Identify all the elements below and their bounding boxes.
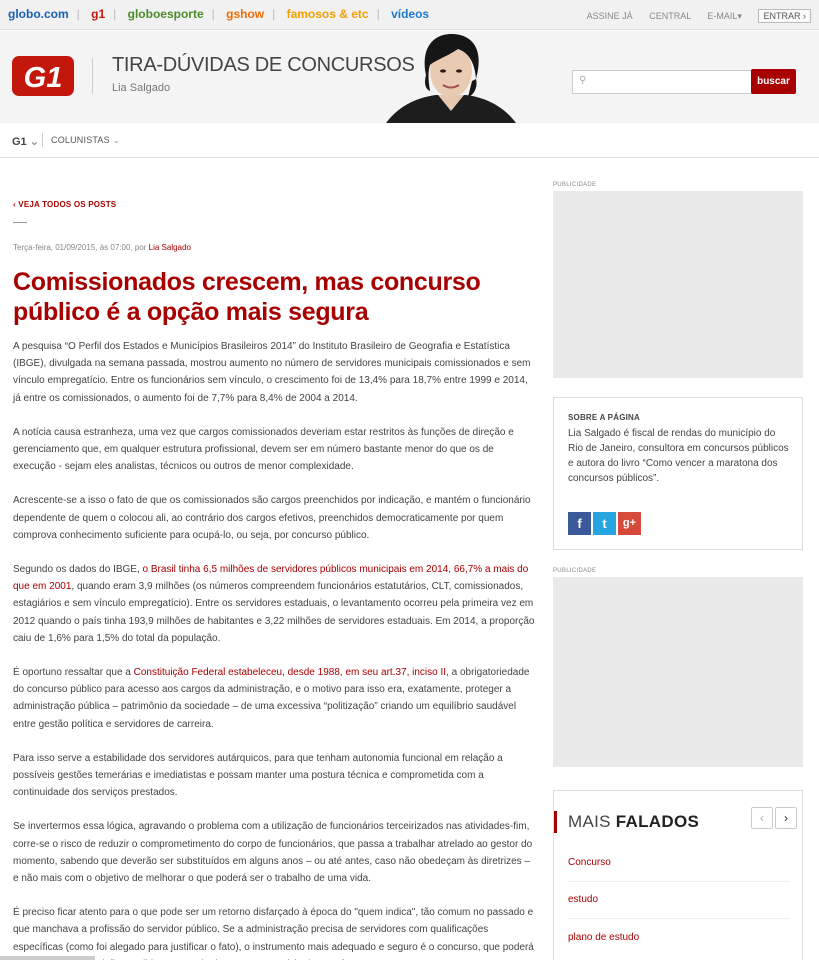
next-button[interactable]: › [775,807,797,829]
article-paragraph: É preciso ficar atento para o que pode s… [13,907,534,960]
nav-colunistas-menu[interactable]: COLUNISTAS ⌄ [51,135,120,146]
section-nav: G1 ⌄ COLUNISTAS ⌄ [0,123,819,158]
g1-logo[interactable]: G1 [12,56,74,96]
chevron-down-icon: ⌄ [112,135,121,145]
paragraph-text: É oportuno ressaltar que a [13,667,134,679]
article-paragraph: É oportuno ressaltar que a Constituição … [13,664,538,733]
link-central[interactable]: CENTRAL [649,11,691,21]
separator: | [211,7,215,21]
ad-slot-top[interactable] [553,191,803,378]
post-meta: Terça-feira, 01/09/2015, às 07:00, por L… [13,243,191,252]
article-paragraph: Acrescente-se a isso o fato de que os co… [13,495,531,541]
nav-g1-menu[interactable]: G1 ⌄ [12,135,39,148]
entrar-button[interactable]: ENTRAR › [758,9,811,23]
blog-author: Lia Salgado [112,82,171,94]
divider [568,881,790,882]
separator: | [272,7,276,21]
paragraph-text: , quando eram 3,9 milhões (os números co… [13,581,535,644]
post-date: Terça-feira, 01/09/2015, às 07:00, por [13,243,149,252]
article-paragraph: Se invertermos essa lógica, agravando o … [13,821,533,885]
link-g1[interactable]: g1 [91,7,105,21]
ad-slot-middle[interactable] [553,577,803,767]
mais-falados-item[interactable]: plano de estudo [568,932,639,943]
constituicao-link[interactable]: Constituição Federal estabeleceu, desde … [134,667,446,678]
chevron-right-icon: › [784,811,788,825]
horizontal-scrollbar[interactable] [0,956,95,960]
blog-title[interactable]: TIRA-DÚVIDAS DE CONCURSOS [112,54,415,77]
search-button[interactable]: buscar [751,69,796,94]
article-paragraph: A notícia causa estranheza, uma vez que … [13,426,514,473]
author-portrait [376,31,526,123]
divider [13,222,27,223]
about-text: Lia Salgado é fiscal de rendas do municí… [568,428,789,484]
article-paragraph: A pesquisa “O Perfil dos Estados e Munic… [13,341,531,404]
article-paragraph: Segundo os dados do IBGE, o Brasil tinha… [13,561,538,647]
post-headline: Comissionados crescem, mas concurso públ… [13,268,481,326]
entrar-label: ENTRAR [763,11,801,21]
about-title: SOBRE A PÁGINA [568,413,640,422]
nav-divider [42,133,43,147]
google-plus-icon[interactable]: g+ [618,512,641,535]
account-links: ASSINE JÁ CENTRAL E-MAIL▾ ENTRAR › [573,9,811,23]
chevron-down-icon: ⌄ [29,136,39,148]
nav-g1-label: G1 [12,136,27,148]
chevron-right-icon: › [803,11,806,21]
globo-top-bar: globo.com | g1 | globoesporte | gshow | famo… [0,0,819,30]
separator: | [376,7,380,21]
facebook-icon[interactable]: f [568,512,591,535]
about-box: SOBRE A PÁGINA Lia Salgado é fiscal de r… [553,397,803,550]
link-videos[interactable]: vídeos [391,7,429,21]
divider [568,918,790,919]
globo-network-links: globo.com | g1 | globoesporte | gshow | famo… [8,7,437,21]
link-email[interactable]: E-MAIL▾ [707,11,742,21]
link-gshow[interactable]: gshow [226,7,264,21]
mais-falados-item[interactable]: estudo [568,894,598,905]
mais-falados-title: MAIS FALADOS [568,812,699,832]
title-bold: FALADOS [615,812,700,831]
logo-text: G1 [24,62,63,94]
separator: | [76,7,80,21]
mais-falados-item[interactable]: Concurso [568,857,611,868]
search-icon: ⚲ [579,75,587,86]
mais-falados-box: MAIS FALADOS ‹ › Concurso estudo plano d… [553,790,803,960]
title-light: MAIS [568,812,616,831]
g1-logo-icon: G1 [12,56,74,96]
link-globoesporte[interactable]: globoesporte [128,7,204,21]
link-globo-com[interactable]: globo.com [8,7,69,21]
accent-bar [554,811,557,833]
paragraph-text: Segundo os dados do IBGE, [13,564,143,576]
back-to-posts-link[interactable]: ‹ VEJA TODOS OS POSTS [13,200,116,209]
link-famosos[interactable]: famosos & etc [287,7,369,21]
article-body: A pesquisa “O Perfil dos Estados e Munic… [13,338,538,960]
search-input[interactable]: ⚲ [572,70,752,94]
chevron-down-icon: ▾ [737,11,742,21]
nav-colunistas-label: COLUNISTAS [51,135,110,145]
ad-label: PUBLICIDADE [553,568,597,574]
article-paragraph: Para isso serve a estabilidade dos servi… [13,752,503,799]
link-assine[interactable]: ASSINE JÁ [587,11,633,21]
chevron-left-icon: ‹ [760,811,764,825]
twitter-icon[interactable]: t [593,512,616,535]
email-label: E-MAIL [707,11,738,21]
separator: | [113,7,117,21]
ad-label: PUBLICIDADE [553,182,597,188]
header-divider [92,58,93,94]
prev-button[interactable]: ‹ [751,807,773,829]
post-author-link[interactable]: Lia Salgado [149,243,191,252]
